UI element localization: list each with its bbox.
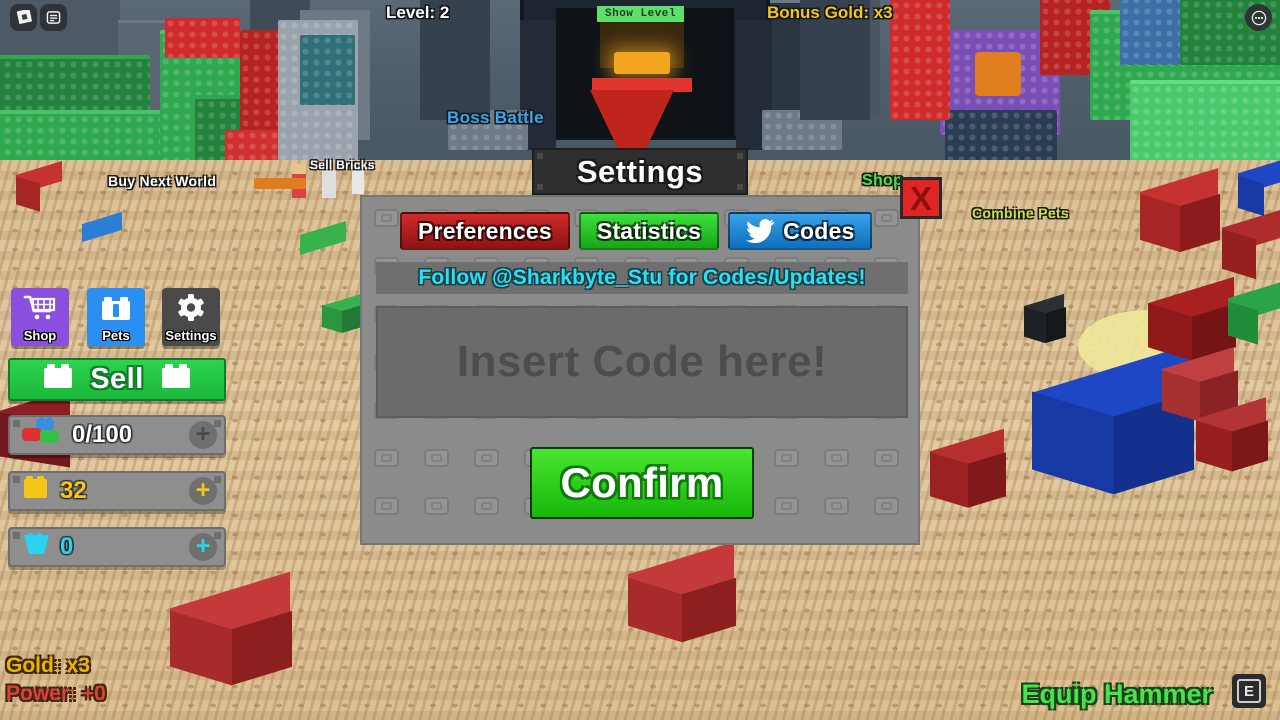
follow-banner-text: Follow @Sharkbyte_Stu for Codes/Updates!	[418, 266, 866, 289]
panel-stud	[874, 449, 899, 467]
world-label-buy-next-world[interactable]: Buy Next World	[108, 173, 216, 189]
add-gold-button[interactable]: +	[189, 477, 217, 505]
gold-multiplier-stat: Gold: x3	[6, 654, 91, 677]
shopping-cart-icon	[23, 293, 57, 328]
brick-icon	[42, 363, 74, 396]
twitter-bird-icon	[746, 219, 775, 243]
code-input-placeholder: Insert Code here!	[456, 337, 828, 386]
corner-nub	[214, 476, 221, 483]
bonus-gold-indicator: Bonus Gold: x3	[767, 3, 893, 22]
corner-nub	[13, 532, 20, 539]
gems-value: 0	[60, 533, 74, 560]
bricks-value: 0/100	[72, 421, 133, 448]
corner-nub	[537, 153, 543, 159]
confirm-button[interactable]: Confirm	[530, 447, 754, 519]
gear-icon	[175, 293, 207, 328]
tab-statistics[interactable]: Statistics	[578, 212, 720, 250]
pets-button-label: Pets	[102, 328, 130, 343]
close-button[interactable]: X	[900, 177, 942, 219]
panel-stud	[374, 497, 399, 515]
equip-hammer-prompt[interactable]: Equip Hammer	[1021, 679, 1212, 710]
more-options-icon[interactable]	[1245, 4, 1272, 31]
bricks-counter[interactable]: 0/100 +	[8, 415, 226, 455]
tab-codes[interactable]: Codes	[728, 212, 873, 250]
blue-block	[1120, 0, 1180, 65]
panel-stud	[374, 209, 399, 227]
shop-button[interactable]: Shop	[11, 288, 69, 346]
panel-stud	[774, 449, 799, 467]
tab-codes-label: Codes	[783, 217, 855, 244]
shop-sign	[975, 52, 1021, 96]
pet-brick-icon	[100, 293, 132, 328]
chandelier	[614, 52, 670, 74]
red-block	[165, 18, 240, 58]
world-label-combine-pets[interactable]: Combine Pets	[972, 205, 1069, 221]
settings-dialog-body: Preferences Statistics Codes Follow @Sha…	[360, 195, 920, 545]
panel-stud	[474, 449, 499, 467]
gem-icon	[20, 530, 54, 565]
corner-nub	[13, 476, 20, 483]
page-title: Settings	[576, 153, 704, 189]
settings-tab-bar: Preferences Statistics Codes	[400, 212, 873, 250]
gems-counter[interactable]: 0 +	[8, 527, 226, 567]
power-stat: Power: +0	[6, 682, 106, 705]
player-head	[292, 164, 306, 174]
npc-figure	[322, 170, 336, 198]
tab-statistics-label: Statistics	[596, 217, 702, 244]
panel-stud	[424, 449, 449, 467]
panel-stud	[774, 497, 799, 515]
confirm-button-label: Confirm	[560, 459, 724, 506]
tab-preferences[interactable]: Preferences	[400, 212, 570, 250]
panel-stud	[424, 497, 449, 515]
world-label-sell-bricks[interactable]: Sell Bricks	[310, 158, 375, 172]
settings-button-label: Settings	[165, 328, 217, 343]
show-level-sign[interactable]: Show Level	[597, 6, 685, 22]
keybind-e[interactable]: E	[1232, 674, 1266, 708]
settings-button[interactable]: Settings	[162, 288, 220, 346]
corner-nub	[214, 532, 221, 539]
brick-cube-left	[1024, 306, 1046, 344]
game-screen: Buy Next World Sell Bricks Boss Battle S…	[0, 0, 1280, 720]
keybind-e-label: E	[1237, 679, 1261, 703]
corner-nub	[737, 184, 743, 190]
chat-icon[interactable]	[40, 4, 67, 31]
world-label-shop[interactable]: Shop	[862, 172, 903, 190]
roblox-logo-icon[interactable]	[10, 4, 37, 31]
gold-brick-icon	[20, 474, 54, 509]
world-label-boss-battle[interactable]: Boss Battle	[447, 108, 544, 128]
pets-button[interactable]: Pets	[87, 288, 145, 346]
terrain-block	[1130, 80, 1280, 170]
add-gems-button[interactable]: +	[189, 533, 217, 561]
shop-button-label: Shop	[23, 328, 57, 343]
corner-nub	[537, 184, 543, 190]
add-bricks-button[interactable]: +	[189, 421, 217, 449]
sell-button[interactable]: Sell	[8, 358, 226, 401]
panel-stud	[874, 209, 899, 227]
panel-stud	[874, 497, 899, 515]
sell-button-label: Sell	[90, 363, 144, 395]
corner-nub	[214, 420, 221, 427]
tab-preferences-label: Preferences	[418, 217, 552, 244]
gold-counter[interactable]: 32 +	[8, 471, 226, 511]
panel-stud	[474, 497, 499, 515]
settings-dialog-title-bar: Settings	[532, 148, 748, 195]
bricks-icon	[18, 416, 66, 454]
panel-stud	[824, 497, 849, 515]
red-tower	[890, 0, 950, 120]
follow-banner: Follow @Sharkbyte_Stu for Codes/Updates!	[376, 262, 908, 294]
panel-stud	[824, 449, 849, 467]
code-input[interactable]: Insert Code here!	[376, 306, 908, 418]
window-block	[300, 35, 355, 105]
corner-nub	[737, 153, 743, 159]
close-icon: X	[909, 179, 932, 217]
gold-value: 32	[60, 477, 87, 504]
level-indicator: Level: 2	[386, 3, 450, 22]
brick-icon	[160, 363, 192, 396]
corner-nub	[13, 420, 20, 427]
panel-stud	[374, 449, 399, 467]
brick-cube-right	[1046, 306, 1066, 344]
progress-bar	[254, 178, 306, 189]
